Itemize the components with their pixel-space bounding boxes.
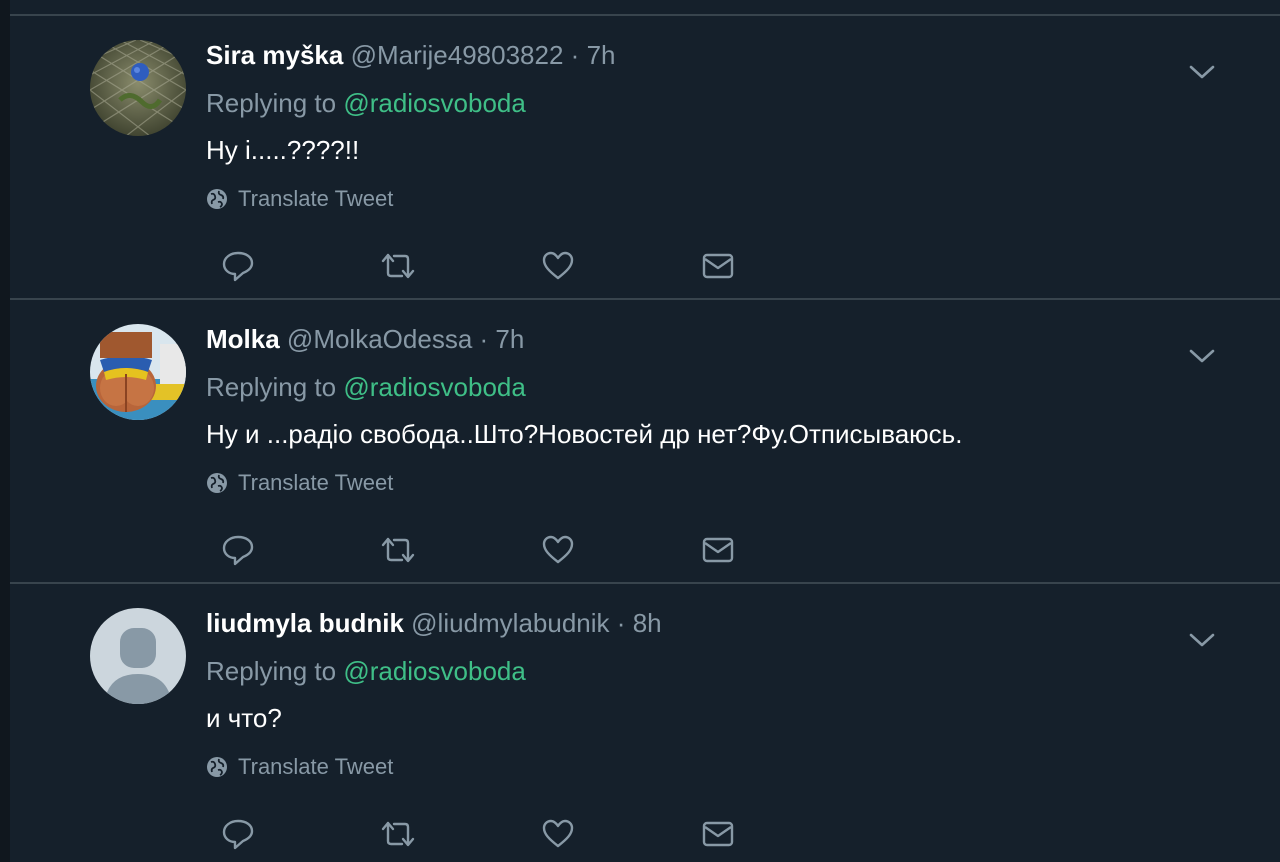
chevron-down-icon[interactable]	[1184, 344, 1220, 368]
avatar[interactable]	[90, 324, 186, 420]
tweet-content: Molka @MolkaOdessa · 7h Replying to @rad…	[206, 322, 1220, 498]
replying-prefix: Replying to	[206, 372, 337, 402]
author-handle[interactable]: @Marije49803822	[351, 40, 564, 70]
tweet-actions	[206, 530, 766, 570]
reply-icon[interactable]	[218, 246, 258, 286]
tweet[interactable]: Molka @MolkaOdessa · 7h Replying to @rad…	[10, 300, 1280, 584]
chevron-down-icon[interactable]	[1184, 60, 1220, 84]
tweet[interactable]: Sira myška @Marije49803822 · 7h Replying…	[10, 16, 1280, 300]
tweet-text: Ну и ...радіо свобода..Што?Новостей др н…	[206, 419, 963, 449]
translate-tweet-link[interactable]: Translate Tweet	[206, 752, 1220, 782]
avatar-image	[90, 40, 186, 136]
replying-prefix: Replying to	[206, 88, 337, 118]
timestamp[interactable]: 8h	[633, 608, 662, 638]
mention-link[interactable]: @radiosvoboda	[343, 656, 526, 686]
heart-icon[interactable]	[538, 246, 578, 286]
envelope-icon[interactable]	[698, 246, 738, 286]
author-name[interactable]: Sira myška	[206, 40, 343, 70]
timestamp[interactable]: 7h	[587, 40, 616, 70]
mention-link[interactable]: @radiosvoboda	[343, 372, 526, 402]
author-name[interactable]: liudmyla budnik	[206, 608, 404, 638]
tweet-text: и что?	[206, 703, 282, 733]
translate-label: Translate Tweet	[238, 754, 394, 779]
chevron-down-icon[interactable]	[1184, 628, 1220, 652]
translate-tweet-link[interactable]: Translate Tweet	[206, 468, 1220, 498]
retweet-icon[interactable]	[378, 814, 418, 854]
tweet-content: Sira myška @Marije49803822 · 7h Replying…	[206, 38, 1220, 214]
replying-to: Replying to @radiosvoboda	[206, 654, 1220, 688]
heart-icon[interactable]	[538, 814, 578, 854]
translate-label: Translate Tweet	[238, 470, 394, 495]
retweet-icon[interactable]	[378, 246, 418, 286]
envelope-icon[interactable]	[698, 530, 738, 570]
tweet-header: liudmyla budnik @liudmylabudnik · 8h	[206, 606, 1220, 640]
separator: ·	[570, 40, 580, 70]
separator: ·	[479, 324, 489, 354]
avatar[interactable]	[90, 608, 186, 704]
envelope-icon[interactable]	[698, 814, 738, 854]
left-edge	[0, 0, 10, 862]
author-handle[interactable]: @liudmylabudnik	[411, 608, 609, 638]
avatar[interactable]	[90, 40, 186, 136]
replying-to: Replying to @radiosvoboda	[206, 86, 1220, 120]
reply-icon[interactable]	[218, 814, 258, 854]
default-avatar-icon	[90, 608, 186, 704]
heart-icon[interactable]	[538, 530, 578, 570]
translate-label: Translate Tweet	[238, 186, 394, 211]
separator: ·	[616, 608, 626, 638]
tweet-thread: Sira myška @Marije49803822 · 7h Replying…	[0, 0, 1280, 862]
timestamp[interactable]: 7h	[495, 324, 524, 354]
tweet-text: Ну і.....????!!	[206, 135, 360, 165]
tweet-content: liudmyla budnik @liudmylabudnik · 8h Rep…	[206, 606, 1220, 782]
retweet-icon[interactable]	[378, 530, 418, 570]
replying-to: Replying to @radiosvoboda	[206, 370, 1220, 404]
globe-icon	[206, 188, 228, 210]
tweet-header: Sira myška @Marije49803822 · 7h	[206, 38, 1220, 72]
globe-icon	[206, 756, 228, 778]
tweet[interactable]: liudmyla budnik @liudmylabudnik · 8h Rep…	[10, 584, 1280, 862]
author-handle[interactable]: @MolkaOdessa	[287, 324, 472, 354]
mention-link[interactable]: @radiosvoboda	[343, 88, 526, 118]
avatar-image	[90, 324, 186, 420]
tweet-actions	[206, 814, 766, 854]
globe-icon	[206, 472, 228, 494]
replying-prefix: Replying to	[206, 656, 337, 686]
reply-icon[interactable]	[218, 530, 258, 570]
tweet-actions	[206, 246, 766, 286]
author-name[interactable]: Molka	[206, 324, 280, 354]
tweet-header: Molka @MolkaOdessa · 7h	[206, 322, 1220, 356]
translate-tweet-link[interactable]: Translate Tweet	[206, 184, 1220, 214]
